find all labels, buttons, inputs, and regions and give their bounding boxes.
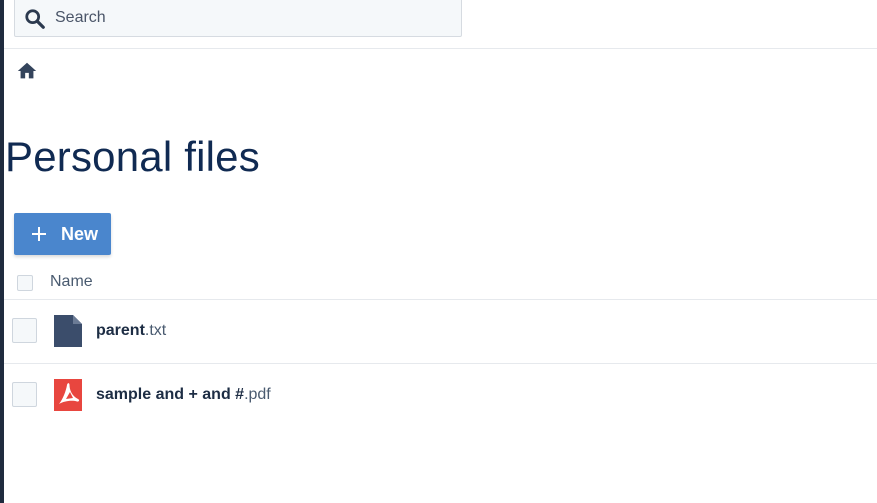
pdf-file-icon — [54, 379, 82, 411]
breadcrumb-home[interactable] — [16, 60, 38, 82]
row-checkbox[interactable] — [12, 382, 37, 407]
plus-icon — [32, 227, 46, 241]
search-input[interactable] — [55, 0, 455, 36]
search-icon — [25, 9, 45, 29]
column-header-name[interactable]: Name — [50, 273, 93, 291]
page-title: Personal files — [5, 133, 260, 180]
text-file-icon — [54, 315, 82, 347]
search-box[interactable] — [14, 0, 462, 37]
files-app: Personal files New Name parent.txt sampl… — [4, 0, 877, 503]
file-name[interactable]: parent.txt — [96, 322, 166, 340]
file-extension: .txt — [144, 322, 167, 339]
table-header: Name — [4, 263, 877, 300]
new-button[interactable]: New — [14, 213, 111, 255]
home-icon — [17, 62, 37, 79]
table-row[interactable]: sample and + and #.pdf — [4, 364, 877, 427]
select-all-checkbox[interactable] — [17, 275, 33, 291]
file-name[interactable]: sample and + and #.pdf — [96, 386, 271, 404]
file-extension: .pdf — [244, 386, 271, 403]
table-row[interactable]: parent.txt — [4, 300, 877, 364]
top-bar — [4, 0, 877, 49]
new-button-label: New — [61, 223, 99, 244]
file-base-name: sample and + and # — [96, 386, 245, 403]
file-base-name: parent — [96, 322, 145, 339]
row-checkbox[interactable] — [12, 318, 37, 343]
